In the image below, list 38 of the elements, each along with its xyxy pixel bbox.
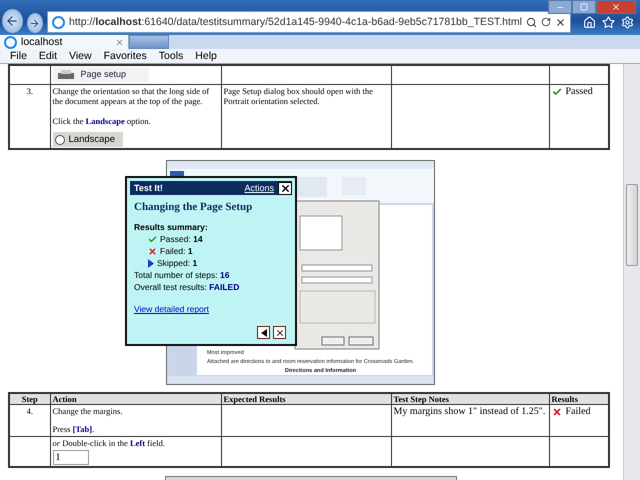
menu-item[interactable]: Help xyxy=(189,49,223,63)
column-header: Test Step Notes xyxy=(391,393,549,405)
actions-link[interactable]: Actions xyxy=(244,183,274,194)
panel-titlebar: Test It! Actions xyxy=(130,181,292,196)
menu-item[interactable]: Tools xyxy=(152,49,190,63)
expected-result: Page Setup dialog box should open with the Portrait orientation selected. xyxy=(224,86,374,106)
action-text: Change the margins. xyxy=(52,406,122,416)
result-count: Skipped: 1 xyxy=(157,258,198,268)
step-notes: My margins show 1" instead of 1.25". xyxy=(394,406,546,418)
left-field[interactable]: 1 xyxy=(52,450,88,465)
report-link[interactable]: View detailed report xyxy=(134,304,292,314)
address-bar[interactable]: http://localhost:61640/data/testitsummary/52d1a145-9940-4c1a-b6ad-9eb5c71781bb_TEST.html xyxy=(47,11,571,33)
total-steps: Total number of steps: 16 xyxy=(134,270,230,280)
action-text: or Double-click in the Left field. xyxy=(52,438,165,448)
step-number: 4. xyxy=(26,406,34,416)
result-count: Failed: 1 xyxy=(160,246,193,256)
column-header: Expected Results xyxy=(221,393,391,405)
menu-item[interactable]: Edit xyxy=(32,49,64,63)
column-header: Action xyxy=(50,393,221,405)
summary-label: Results summary: xyxy=(134,222,208,232)
action-text: Press [Tab]. xyxy=(52,424,94,434)
overall-result: Overall test results: FAILED xyxy=(134,282,240,292)
panel-heading: Changing the Page Setup xyxy=(134,201,254,214)
result-status: Failed xyxy=(552,406,590,418)
url-text: http://localhost:61640/data/testitsummary/52d1a145-9940-4c1a-b6ad-9eb5c71781bb_TEST.html xyxy=(69,16,522,28)
column-header: Results xyxy=(549,393,609,405)
browser-tab[interactable]: localhost xyxy=(0,35,129,49)
landscape-option[interactable]: Landscape xyxy=(52,132,123,148)
result-status: Passed xyxy=(552,86,593,98)
menu-item[interactable]: View xyxy=(63,49,98,63)
menu-item[interactable]: File xyxy=(4,49,33,63)
action-text: Change the orientation so that the long side of the document appears at the top of the page. xyxy=(52,86,210,106)
image-caption: Page setup xyxy=(80,69,126,80)
action-text: Click the Landscape option. xyxy=(52,116,151,126)
column-header: Step xyxy=(9,393,50,405)
menu-item[interactable]: Favorites xyxy=(98,49,153,63)
step-number: 3. xyxy=(26,86,34,96)
result-count: Passed: 14 xyxy=(160,234,203,244)
